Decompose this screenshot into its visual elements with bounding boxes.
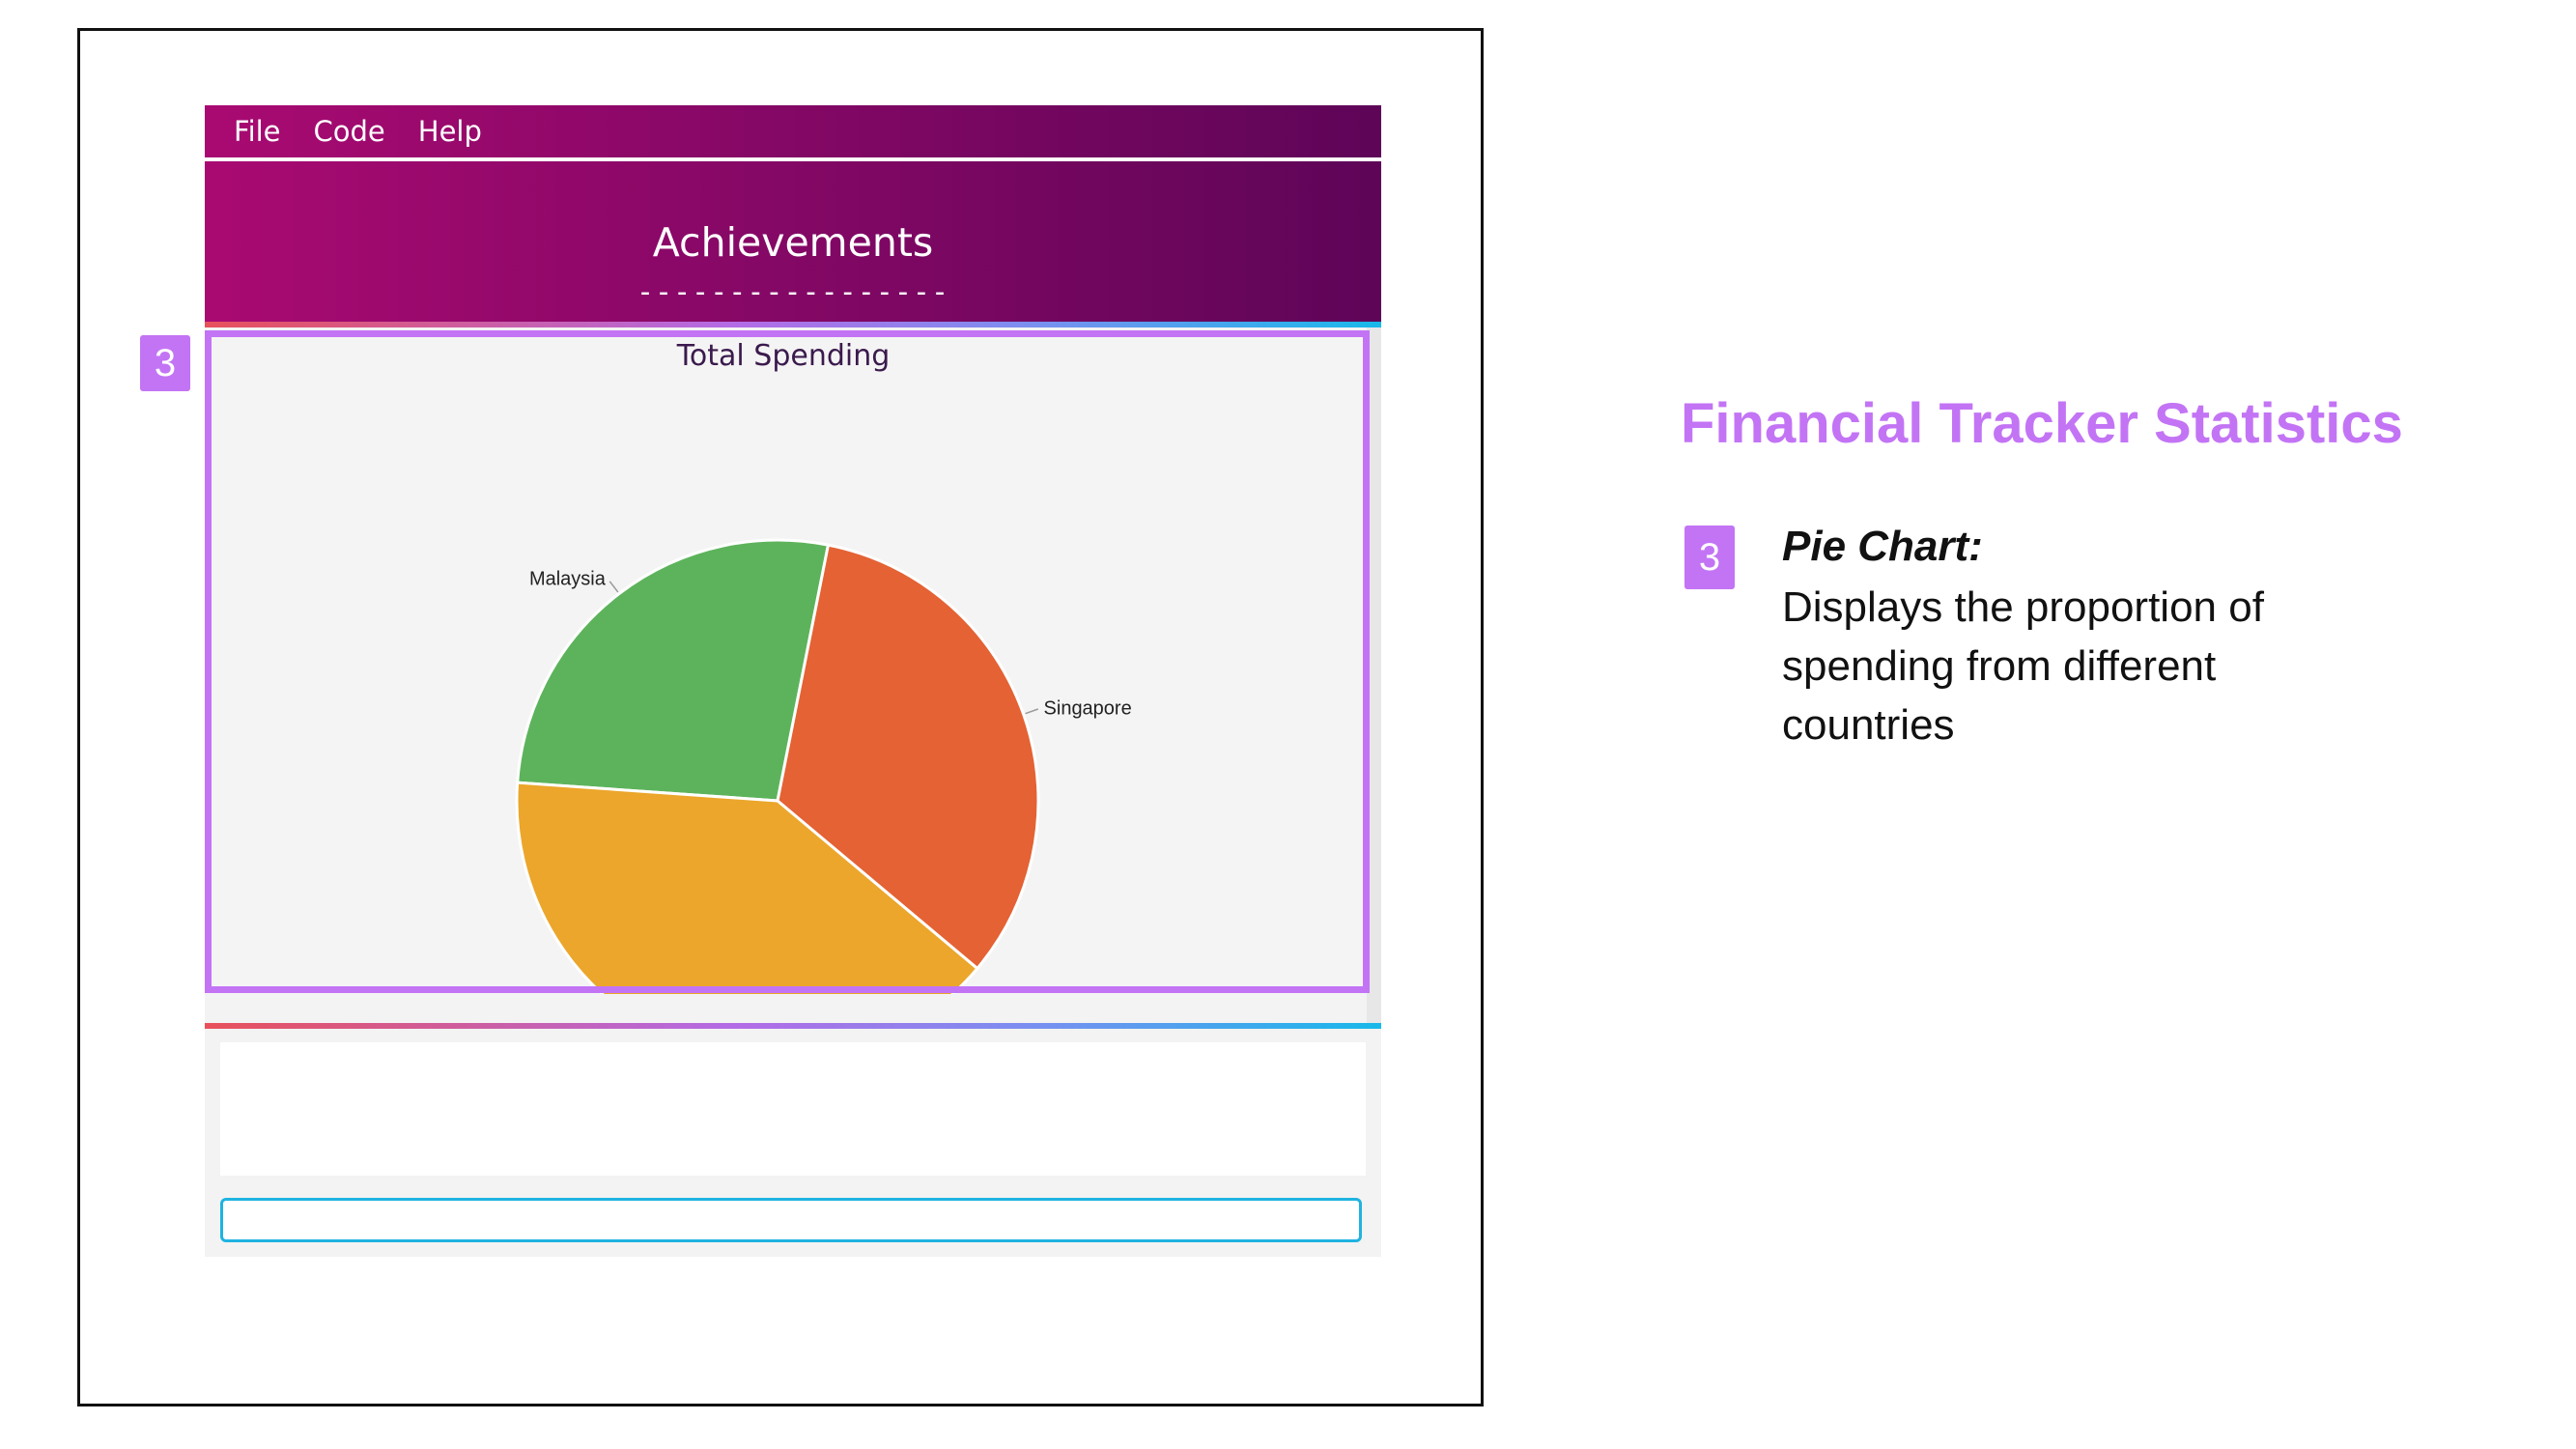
menu-code[interactable]: Code xyxy=(314,115,385,148)
callout-badge-chart: 3 xyxy=(140,335,190,391)
result-display xyxy=(220,1042,1366,1176)
feature-heading: Pie Chart: xyxy=(1782,523,1983,570)
menu-bar: File Code Help xyxy=(205,105,1381,157)
pie-label-singapore: Singapore xyxy=(1044,698,1132,720)
chart-scrollbar[interactable] xyxy=(1367,327,1381,1023)
page-header: Achievements ----------------- xyxy=(205,161,1381,327)
pie-leader-singapore xyxy=(1025,708,1039,715)
app-window: File Code Help Achievements ------------… xyxy=(205,105,1381,1257)
chart-panel: Total Spending MalaysiaSingaporeJapan xyxy=(205,327,1364,994)
menu-file[interactable]: File xyxy=(234,115,281,148)
title-underline: ----------------- xyxy=(636,275,950,309)
command-input[interactable] xyxy=(220,1198,1362,1242)
pie-leader-malaysia xyxy=(609,581,619,593)
callout-badge-legend: 3 xyxy=(1684,526,1735,589)
slide-title: Financial Tracker Statistics xyxy=(1681,392,2403,455)
divider-bottom xyxy=(205,1023,1381,1029)
page-title: Achievements xyxy=(652,219,934,266)
menu-help[interactable]: Help xyxy=(418,115,482,148)
pie-label-malaysia: Malaysia xyxy=(529,569,607,590)
feature-description: Displays the proportion of spending from… xyxy=(1782,583,2264,749)
pie-chart: MalaysiaSingaporeJapan xyxy=(515,538,1132,994)
